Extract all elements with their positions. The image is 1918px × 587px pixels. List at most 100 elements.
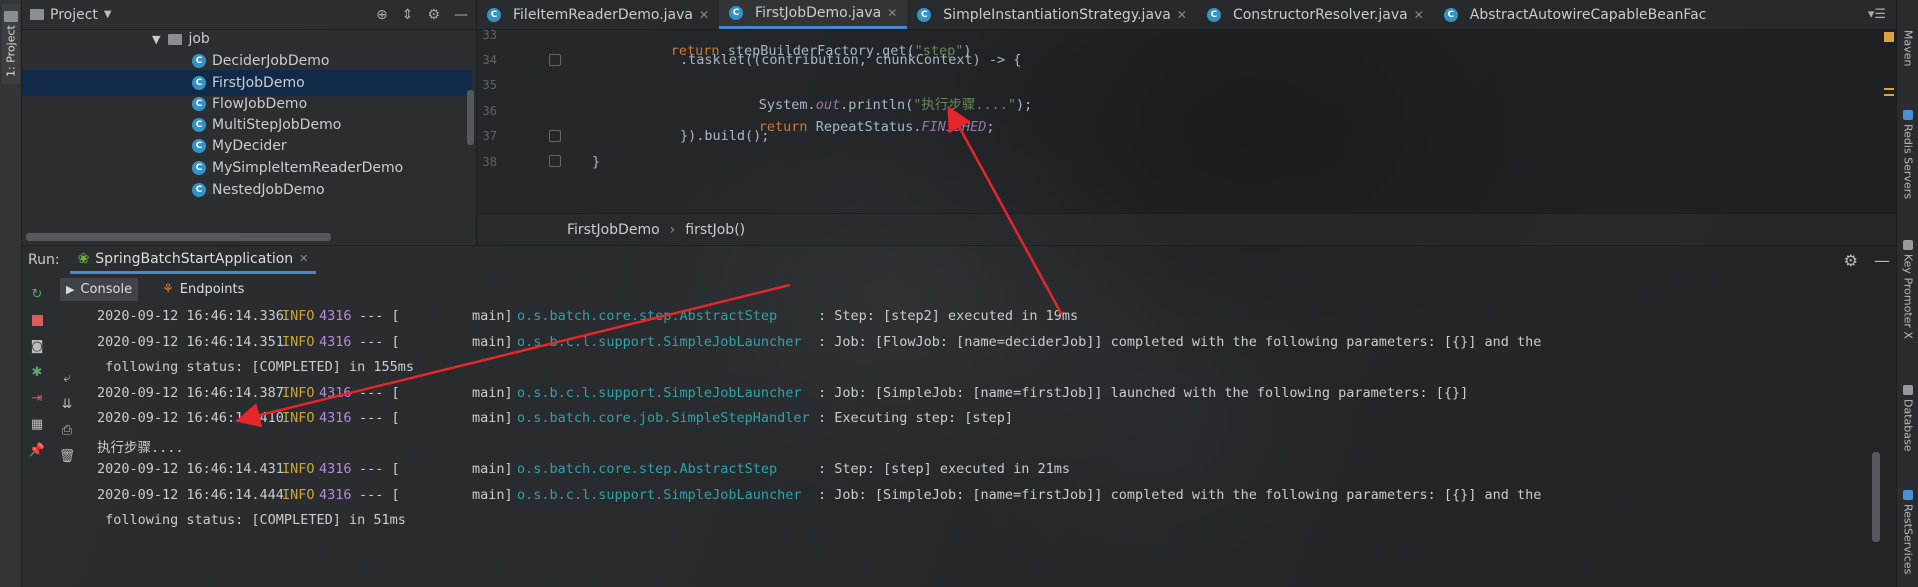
editor-tab-bar: C FileItemReaderDemo.java ✕ C FirstJobDe…	[477, 0, 1896, 30]
tab-console-label: Console	[80, 281, 133, 297]
database-tool-tab[interactable]: Database	[1899, 385, 1917, 465]
maven-tool-tab[interactable]: Maven	[1899, 30, 1917, 80]
log-thread: main]	[472, 333, 513, 350]
gear-icon[interactable]: ⚙	[1844, 251, 1858, 270]
endpoints-icon: ⚘	[162, 281, 174, 297]
spring-boot-icon: ❀	[77, 250, 90, 267]
close-icon[interactable]: ✕	[299, 252, 308, 265]
log-level: INFO	[282, 486, 315, 503]
editor-tab-active[interactable]: C FirstJobDemo.java ✕	[719, 0, 908, 29]
log-message: : Job: [SimpleJob: [name=firstJob]] comp…	[818, 486, 1542, 503]
editor-tab[interactable]: C AbstractAutowireCapableBeanFac	[1434, 0, 1717, 29]
tree-item[interactable]: C NestedJobDemo	[22, 177, 472, 203]
fold-marker-icon[interactable]	[549, 130, 561, 142]
log-timestamp: 2020-09-12 16:46:14.351	[97, 333, 284, 350]
tab-list-menu-icon[interactable]: ▾☰	[1858, 0, 1896, 29]
warning-marker-icon[interactable]	[1884, 88, 1894, 90]
fold-marker-icon[interactable]	[549, 54, 561, 66]
key-promoter-tool-tab[interactable]: Key Promoter X	[1899, 240, 1917, 360]
exit-icon[interactable]: ⇥	[29, 390, 45, 406]
stop-icon[interactable]	[29, 312, 45, 328]
project-vertical-scrollbar[interactable]	[467, 90, 474, 145]
locate-icon[interactable]: ⊕	[376, 7, 388, 23]
breadcrumb-item[interactable]: FirstJobDemo	[567, 222, 660, 238]
log-timestamp: 2020-09-12 16:46:14.444	[97, 486, 284, 503]
left-tool-stripe: 1: Project	[0, 0, 22, 587]
project-horizontal-scrollbar[interactable]	[26, 233, 331, 241]
rerun-icon[interactable]: ↻	[29, 286, 45, 302]
expand-triangle-icon[interactable]: ▼	[152, 33, 160, 46]
gear-icon[interactable]: ⚙	[427, 7, 440, 23]
java-class-icon: C	[487, 7, 501, 22]
console-line-text: 执行步骤....	[97, 439, 184, 456]
close-icon[interactable]: ✕	[887, 6, 897, 20]
java-class-icon: C	[729, 6, 744, 20]
tab-endpoints[interactable]: ⚘ Endpoints	[156, 278, 250, 301]
redis-tool-tab[interactable]: Redis Servers	[1899, 110, 1917, 215]
project-panel-title[interactable]: Project	[50, 7, 98, 23]
chevron-down-icon[interactable]: ▼	[104, 9, 112, 20]
collapse-all-icon[interactable]: ⇕	[402, 7, 414, 23]
log-separator: --- [	[359, 308, 400, 324]
breadcrumb-separator-icon: ›	[669, 221, 676, 238]
debug-icon[interactable]: ✱	[29, 364, 45, 380]
editor-tab[interactable]: C SimpleInstantiationStrategy.java ✕	[907, 0, 1197, 29]
close-icon[interactable]: ✕	[699, 8, 709, 22]
warning-marker-icon[interactable]	[1884, 32, 1894, 42]
log-logger: o.s.b.c.l.support.SimpleJobLauncher	[517, 333, 802, 350]
rest-services-tool-tab[interactable]: RestServices	[1899, 490, 1917, 585]
log-logger: o.s.batch.core.step.AbstractStep	[517, 308, 778, 324]
log-message: : Job: [FlowJob: [name=deciderJob]] comp…	[818, 333, 1542, 350]
close-icon[interactable]: ✕	[1177, 8, 1187, 22]
soft-wrap-icon[interactable]: ⤶	[59, 370, 75, 386]
tree-item-label: FlowJobDemo	[212, 96, 308, 112]
redis-tool-tab-label: Redis Servers	[1901, 124, 1915, 199]
camera-icon[interactable]: ◙	[29, 338, 45, 354]
hide-icon[interactable]: —	[454, 7, 468, 23]
java-class-icon: C	[1206, 7, 1221, 22]
editor-tab[interactable]: C FileItemReaderDemo.java ✕	[477, 0, 719, 29]
log-level: INFO	[282, 333, 315, 350]
trash-icon[interactable]: 🗑	[59, 448, 76, 464]
java-class-icon: C	[192, 118, 206, 132]
console-scrollbar[interactable]	[1872, 452, 1880, 542]
console-icon: ▶	[66, 282, 75, 296]
java-class-icon: C	[1443, 7, 1458, 22]
code-editor[interactable]: 33 34 35 36 37 38 return stepBuilderFact…	[477, 28, 1896, 213]
log-thread: main]	[472, 308, 513, 324]
print-icon[interactable]: ⎙	[59, 422, 75, 438]
log-message: : Executing step: [step]	[818, 410, 1014, 426]
warning-marker-icon[interactable]	[1884, 94, 1894, 96]
editor-tab[interactable]: C ConstructorResolver.java ✕	[1197, 0, 1434, 29]
pin-icon[interactable]: 📌	[29, 442, 45, 458]
breadcrumb-item[interactable]: firstJob()	[685, 222, 745, 238]
scroll-to-end-icon[interactable]: ⇊	[59, 396, 75, 412]
log-pid: 4316	[319, 384, 352, 401]
code-token: RepeatStatus.	[807, 119, 922, 135]
console-output[interactable]: 2020-09-12 16:46:14.336 INFO 4316 --- [main…	[90, 304, 1886, 587]
line-number: 34	[482, 53, 497, 67]
log-pid: 4316	[319, 461, 352, 477]
project-tool-tab-label: 1: Project	[4, 25, 18, 78]
log-pid: 4316	[319, 486, 352, 503]
fold-marker-icon[interactable]	[549, 155, 561, 167]
run-config-tab[interactable]: ❀ SpringBatchStartApplication ✕	[69, 246, 317, 274]
log-logger: o.s.batch.core.job.SimpleStepHandler	[517, 410, 810, 426]
close-icon[interactable]: ✕	[1414, 8, 1424, 22]
console-line: 执行步骤....	[97, 436, 184, 460]
database-tool-tab-label: Database	[1901, 399, 1915, 452]
layout-icon[interactable]: ▦	[29, 416, 45, 432]
log-level: INFO	[282, 410, 315, 426]
project-tool-tab[interactable]: 1: Project	[2, 4, 20, 84]
line-number: 37	[482, 129, 497, 143]
console-line-text: following status: [COMPLETED] in 51ms	[97, 512, 406, 528]
project-folder-icon	[30, 9, 44, 20]
log-thread: main]	[472, 461, 513, 477]
editor-tab-label: FirstJobDemo.java	[755, 5, 882, 21]
hide-icon[interactable]: —	[1874, 251, 1890, 270]
java-class-icon: C	[192, 97, 206, 111]
tab-console[interactable]: ▶ Console	[60, 277, 139, 301]
editor-panel: C FileItemReaderDemo.java ✕ C FirstJobDe…	[477, 0, 1896, 245]
maven-tool-tab-label: Maven	[1901, 30, 1915, 67]
log-separator: --- [	[359, 461, 400, 477]
